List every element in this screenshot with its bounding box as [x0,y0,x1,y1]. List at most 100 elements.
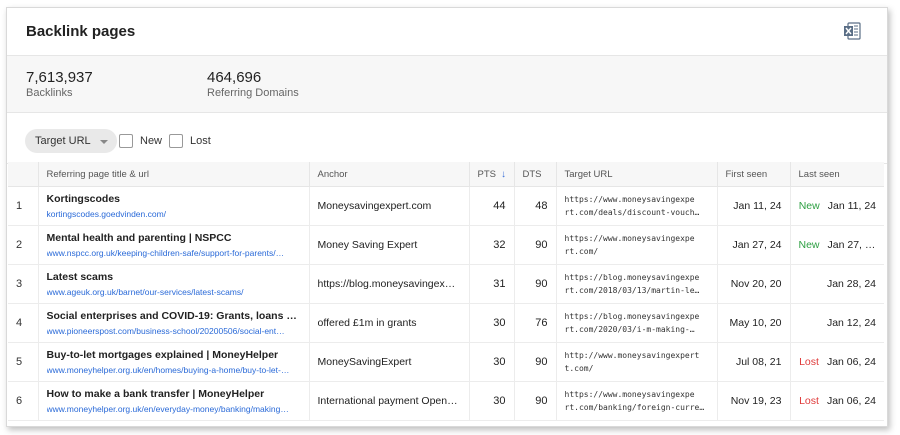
table-row: 1 Kortingscodes kortingscodes.goedvinden.c… [8,186,884,226]
stat-label: Referring Domains [207,87,299,99]
col-header-last-seen[interactable]: Last seen [789,162,884,187]
col-header-index [8,162,39,187]
referring-page-link[interactable]: www.moneyhelper.org.uk/en/everyday-money… [47,404,301,414]
col-header-referring-page[interactable]: Referring page title & url [37,162,310,187]
target-url-line: t.com/ [564,364,594,373]
target-url-line: rt.com/ [564,247,599,256]
anchor-text: International payment Opens i… [308,381,470,421]
col-header-dts[interactable]: DTS [513,162,557,187]
backlink-pages-panel: Backlink pages 7,613,937 Backlinks 464,6… [6,7,888,427]
referring-page-cell: Social enterprises and COVID-19: Grants,… [37,303,310,343]
target-url-cell[interactable]: https://www.moneysavingexpe rt.com/bankin… [555,381,718,421]
last-seen-cell: Lost Jan 06, 24 [789,381,884,421]
first-seen-date: Nov 19, 23 [716,381,791,421]
excel-export-icon[interactable] [843,22,861,40]
dts-value: 90 [513,342,557,382]
col-header-pts[interactable]: PTS ↓ [468,162,515,187]
dts-value: 48 [513,186,557,226]
lost-checkbox[interactable]: Lost [169,134,211,148]
row-index: 1 [8,186,39,226]
last-seen-date: Jan 06, 24 [826,356,876,368]
dts-value: 76 [513,303,557,343]
referring-page-cell: Latest scams www.ageuk.org.uk/barnet/our-… [37,264,310,304]
target-url-cell[interactable]: https://www.moneysavingexpe rt.com/deals/… [555,186,718,226]
new-checkbox[interactable]: New [119,134,162,148]
dropdown-label: Target URL [35,135,91,147]
anchor-text: Money Saving Expert [308,225,470,265]
stat-backlinks: 7,613,937 Backlinks [26,69,93,99]
first-seen-date: Jan 11, 24 [716,186,791,226]
row-index: 3 [8,264,39,304]
table-row: 2 Mental health and parenting | NSPCC www.… [8,225,884,265]
panel-header: Backlink pages [7,8,887,56]
table-row: 6 How to make a bank transfer | MoneyHelp… [8,381,884,421]
referring-page-cell: Kortingscodes kortingscodes.goedvinden.co… [37,186,310,226]
target-url-line: https://www.moneysavingexpe [564,390,695,399]
last-seen-date: Jan 27, 24 [827,239,877,251]
sort-desc-icon[interactable]: ↓ [501,169,506,180]
referring-page-title: Kortingscodes [46,193,121,205]
row-index: 4 [8,303,39,343]
checkbox-label: New [140,135,163,147]
target-url-line: rt.com/2020/03/i-m-making-… [564,325,695,334]
target-url-line: https://www.moneysavingexpe [564,234,695,243]
row-index: 6 [8,381,39,421]
referring-page-link[interactable]: kortingscodes.goedvinden.com/ [47,209,301,219]
target-url-cell[interactable]: http://www.moneysavingexpert t.com/ [555,342,718,382]
checkbox-icon[interactable] [169,134,183,148]
stats-bar: 7,613,937 Backlinks 464,696 Referring Do… [7,56,887,113]
pts-value: 32 [468,225,515,265]
table-row: 5 Buy-to-let mortgages explained | MoneyH… [8,342,884,382]
stat-referring-domains: 464,696 Referring Domains [207,69,299,99]
pts-value: 30 [468,342,515,382]
pts-value: 30 [468,303,515,343]
referring-page-link[interactable]: www.moneyhelper.org.uk/en/homes/buying-a… [47,365,301,375]
target-url-line: rt.com/banking/foreign-curre… [564,403,705,412]
col-header-target-url[interactable]: Target URL [555,162,718,187]
referring-page-link[interactable]: www.pioneerspost.com/business-school/202… [47,326,301,336]
referring-page-link[interactable]: www.nspcc.org.uk/keeping-children-safe/s… [47,248,301,258]
last-seen-cell: New Jan 27, 24 [789,225,884,265]
col-header-first-seen[interactable]: First seen [716,162,791,187]
row-index: 2 [8,225,39,265]
link-status-badge: Lost [799,356,819,368]
referring-page-cell: How to make a bank transfer | MoneyHelpe… [37,381,310,421]
last-seen-date: Jan 12, 24 [826,317,876,329]
pts-value: 44 [468,186,515,226]
anchor-text: https://blog.moneysavingexp… [308,264,470,304]
target-url-cell[interactable]: https://www.moneysavingexpe rt.com/ [555,225,718,265]
target-url-cell[interactable]: https://blog.moneysavingexpe rt.com/2018/… [555,264,718,304]
referring-page-title: Mental health and parenting | NSPCC [46,232,232,244]
target-url-line: http://www.moneysavingexpert [564,351,700,360]
link-status-badge: New [798,200,820,212]
dts-value: 90 [513,264,557,304]
dts-value: 90 [513,381,557,421]
target-url-dropdown[interactable]: Target URL [25,129,117,153]
last-seen-date: Jan 06, 24 [826,395,876,407]
page-title: Backlink pages [26,23,136,40]
referring-page-title: How to make a bank transfer | MoneyHelpe… [46,388,265,400]
pts-value: 31 [468,264,515,304]
link-status-badge: New [798,239,820,251]
stat-value: 464,696 [207,69,262,86]
first-seen-date: Jul 08, 21 [716,342,791,382]
filters-bar: Target URL New Lost [7,113,887,164]
col-header-anchor[interactable]: Anchor [308,162,470,187]
checkbox-icon[interactable] [119,134,133,148]
anchor-text: MoneySavingExpert [308,342,470,382]
referring-page-title: Social enterprises and COVID-19: Grants,… [46,310,301,322]
referring-page-title: Buy-to-let mortgages explained | MoneyHe… [46,349,279,361]
target-url-line: https://blog.moneysavingexpe [564,273,700,282]
target-url-cell[interactable]: https://blog.moneysavingexpe rt.com/2020/… [555,303,718,343]
referring-page-cell: Mental health and parenting | NSPCC www.n… [37,225,310,265]
target-url-line: rt.com/deals/discount-vouch… [564,208,700,217]
checkbox-label: Lost [190,135,211,147]
table-header-row: Referring page title & url Anchor PTS ↓ D… [8,162,884,187]
referring-page-cell: Buy-to-let mortgages explained | MoneyHe… [37,342,310,382]
anchor-text: Moneysavingexpert.com [308,186,470,226]
stat-label: Backlinks [26,87,73,99]
table-row: 3 Latest scams www.ageuk.org.uk/barnet/our… [8,264,884,304]
anchor-text: offered £1m in grants [308,303,470,343]
referring-page-link[interactable]: www.ageuk.org.uk/barnet/our-services/lat… [47,287,301,297]
first-seen-date: Nov 20, 20 [716,264,791,304]
